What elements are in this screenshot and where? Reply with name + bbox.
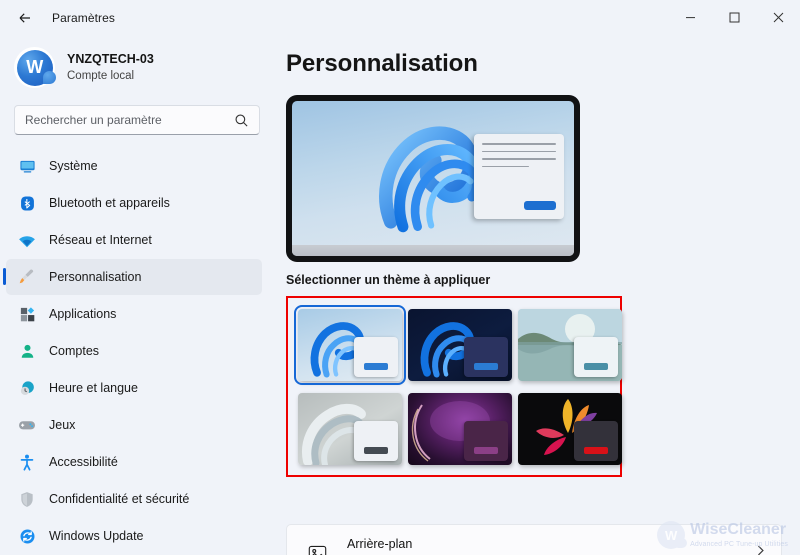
paintbrush-icon <box>18 268 36 286</box>
theme-accent-chip <box>474 447 498 454</box>
search-wrapper <box>0 91 262 135</box>
account-text: YNZQTECH-03 Compte local <box>67 52 154 83</box>
main-content: Personnalisation Sélectionner un thème à… <box>273 35 800 555</box>
theme-option-sunrise[interactable] <box>408 393 512 465</box>
navigation-list: Système Bluetooth et appareils Réseau et… <box>0 148 262 554</box>
theme-window-card <box>574 337 618 377</box>
preview-accent-button <box>524 201 556 210</box>
settings-window: Paramètres W YNZQTECH-03 Compte local Re… <box>0 0 800 555</box>
sidebar-item-personnalisation[interactable]: Personnalisation <box>3 259 262 295</box>
window-controls <box>668 0 800 35</box>
gamepad-icon <box>18 416 36 434</box>
close-icon <box>773 12 783 23</box>
bluetooth-icon <box>18 194 36 212</box>
sidebar-item-reseau-et-internet[interactable]: Réseau et Internet <box>6 222 262 258</box>
setting-row-background[interactable]: Arrière-plan Image d'arrière-plan, coule… <box>286 524 782 555</box>
sidebar-item-label: Applications <box>49 307 117 321</box>
account-type: Compte local <box>67 69 135 82</box>
search-input[interactable] <box>15 113 215 127</box>
sidebar-item-systeme[interactable]: Système <box>6 148 262 184</box>
sidebar-item-label: Confidentialité et sécurité <box>49 492 190 506</box>
account-block[interactable]: W YNZQTECH-03 Compte local <box>0 35 262 91</box>
page-title: Personnalisation <box>286 50 478 77</box>
clock-globe-icon <box>18 379 36 397</box>
theme-selection-highlight <box>286 296 622 477</box>
desktop-preview <box>286 95 580 262</box>
preview-taskbar <box>292 245 574 256</box>
apps-icon <box>18 305 36 323</box>
wifi-icon <box>18 231 36 249</box>
search-icon[interactable] <box>234 113 249 128</box>
maximize-icon <box>729 12 739 23</box>
sidebar-item-label: Windows Update <box>49 529 144 543</box>
theme-option-flow-grey[interactable] <box>298 393 402 465</box>
theme-accent-chip <box>474 363 498 370</box>
sidebar-item-confidentialite-et-securite[interactable]: Confidentialité et sécurité <box>6 481 262 517</box>
accessibility-icon <box>18 453 36 471</box>
shield-icon <box>18 490 36 508</box>
theme-option-bloom-light[interactable] <box>294 305 406 385</box>
update-icon <box>18 527 36 545</box>
sidebar-item-label: Réseau et Internet <box>49 233 152 247</box>
sidebar-item-label: Comptes <box>49 344 100 358</box>
back-arrow-icon <box>19 12 30 23</box>
sidebar-item-label: Jeux <box>49 418 76 432</box>
sidebar-item-applications[interactable]: Applications <box>6 296 262 332</box>
sidebar-item-windows-update[interactable]: Windows Update <box>6 518 262 554</box>
close-button[interactable] <box>756 0 800 35</box>
theme-window-card <box>464 337 508 377</box>
theme-grid <box>294 305 622 465</box>
theme-accent-chip <box>364 447 388 454</box>
search-box[interactable] <box>14 105 260 135</box>
avatar: W <box>14 47 56 88</box>
theme-option-bloom-dark[interactable] <box>408 309 512 381</box>
title-bar: Paramètres <box>0 0 800 35</box>
monitor-icon <box>18 157 36 175</box>
back-button[interactable] <box>8 3 42 33</box>
account-name: YNZQTECH-03 <box>67 52 154 66</box>
sidebar-item-label: Bluetooth et appareils <box>49 196 170 210</box>
sidebar-item-bluetooth-et-appareils[interactable]: Bluetooth et appareils <box>6 185 262 221</box>
sidebar-item-label: Système <box>49 159 98 173</box>
theme-accent-chip <box>584 363 608 370</box>
theme-window-card <box>574 421 618 461</box>
sidebar-item-label: Accessibilité <box>49 455 118 469</box>
sidebar-item-label: Personnalisation <box>49 270 142 284</box>
theme-option-flower[interactable] <box>518 393 622 465</box>
window-body: W YNZQTECH-03 Compte local Rechercher un… <box>0 35 800 555</box>
image-icon <box>304 543 330 555</box>
themes-section-label: Sélectionner un thème à appliquer <box>286 273 491 287</box>
theme-window-card <box>354 421 398 461</box>
minimize-button[interactable] <box>668 0 712 35</box>
sidebar-item-jeux[interactable]: Jeux <box>6 407 262 443</box>
sidebar-item-comptes[interactable]: Comptes <box>6 333 262 369</box>
theme-option-glow-coast[interactable] <box>518 309 622 381</box>
maximize-button[interactable] <box>712 0 756 35</box>
preview-window-card <box>474 134 564 219</box>
sidebar-item-heure-et-langue[interactable]: Heure et langue <box>6 370 262 406</box>
setting-row-title: Arrière-plan <box>347 537 413 552</box>
sidebar: W YNZQTECH-03 Compte local Rechercher un… <box>0 35 273 555</box>
theme-accent-chip <box>584 447 608 454</box>
window-title: Paramètres <box>52 10 116 25</box>
minimize-icon <box>685 17 695 19</box>
chevron-right-icon[interactable] <box>754 544 767 555</box>
setting-row-text: Arrière-plan Image d'arrière-plan, coule… <box>347 536 564 555</box>
avatar-initial: W <box>16 49 56 86</box>
theme-window-card <box>464 421 508 461</box>
theme-accent-chip <box>364 363 388 370</box>
sidebar-item-label: Heure et langue <box>49 381 138 395</box>
preview-screen <box>292 101 574 256</box>
sidebar-item-accessibilite[interactable]: Accessibilité <box>6 444 262 480</box>
theme-window-card <box>354 337 398 377</box>
person-icon <box>18 342 36 360</box>
